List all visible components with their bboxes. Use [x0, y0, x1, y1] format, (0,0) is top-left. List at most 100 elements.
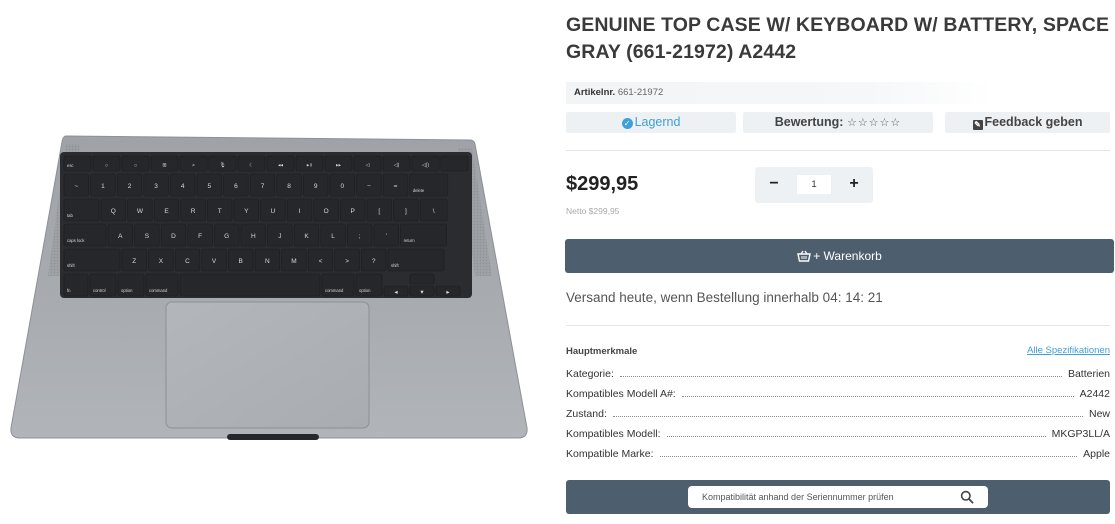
keyboard-key-label: <: [319, 258, 323, 265]
dot-leader: [612, 416, 1083, 417]
spec-value: A2442: [1079, 388, 1110, 400]
keyboard-key-label: 8: [287, 183, 291, 190]
keyboard-key-label: ◁: [366, 163, 370, 169]
feedback-label: Feedback geben: [984, 115, 1083, 129]
keyboard-key-label: =: [394, 183, 398, 190]
spec-label: Kompatibles Modell:: [566, 428, 661, 440]
quantity-increase-button[interactable]: +: [837, 167, 871, 203]
feedback-button[interactable]: ✎ Feedback geben: [945, 112, 1110, 133]
price: $299,95: [566, 173, 639, 195]
keyboard-key-label: ◁): [394, 163, 400, 169]
spec-value: Batterien: [1067, 368, 1110, 380]
keyboard-key-label: 0: [340, 183, 344, 190]
spec-row: Kompatibles Modell: MKGP3LL/A: [566, 426, 1110, 440]
keyboard-key-label: 2: [128, 183, 132, 190]
quantity-input[interactable]: [797, 175, 831, 194]
serial-search-input[interactable]: Kompatibilität anhand der Seriennummer p…: [688, 486, 988, 508]
keyboard-key-label: caps lock: [67, 238, 85, 243]
stock-label: Lagernd: [634, 115, 681, 129]
netto-price: Netto $299,95: [566, 206, 620, 216]
keyboard-key-label: S: [145, 233, 150, 240]
keyboard-key-label: F: [198, 233, 202, 240]
edit-icon: ✎: [972, 120, 983, 130]
keyboard-key-label: A: [118, 233, 123, 240]
dot-leader: [681, 396, 1074, 397]
rating-stars-icon[interactable]: ☆☆☆☆☆: [847, 117, 901, 129]
add-to-cart-button[interactable]: + Warenkorb: [565, 239, 1114, 273]
keyboard-key-label: command: [325, 288, 344, 293]
keyboard-key: [179, 273, 321, 297]
spec-row: Kategorie: Batterien: [566, 366, 1110, 380]
keyboard-key-label: option: [121, 288, 133, 293]
search-icon[interactable]: [960, 490, 974, 504]
keyboard-key-label: 🎙: [219, 162, 225, 169]
keyboard-key-label: V: [212, 258, 217, 265]
keyboard-key-label: M: [291, 258, 296, 265]
keyboard-key-label: 4: [181, 183, 185, 190]
keyboard-key-label: O: [324, 208, 329, 215]
all-specifications-link[interactable]: Alle Spezifikationen: [1027, 345, 1110, 356]
keyboard-key-label: 1: [101, 183, 105, 190]
basket-icon: [797, 250, 812, 262]
keyboard-key-label: I: [299, 208, 301, 215]
keyboard-key-label: 3: [154, 183, 158, 190]
keyboard-key-label: [: [378, 208, 380, 215]
keyboard-key-label: ◂◂: [278, 163, 284, 169]
divider: [566, 325, 1110, 326]
keyboard-key-label: return: [404, 238, 416, 243]
keyboard-key-label: ☾: [249, 163, 253, 169]
keyboard-key-label: Y: [244, 208, 249, 215]
spec-label: Zustand:: [566, 408, 607, 420]
keyboard-key-label: ▸▸: [336, 163, 342, 169]
keyboard-key-label: R: [191, 208, 196, 215]
keyboard-key-label: shift: [67, 263, 76, 268]
spec-row: Kompatible Marke: Apple: [566, 446, 1110, 460]
keyboard-key-label: ⌕: [192, 163, 195, 169]
keyboard-key-label: ;: [359, 233, 361, 240]
keyboard-key-label: control: [93, 288, 106, 293]
features-heading: Hauptmerkmale: [566, 346, 638, 357]
product-image: esc ☼ ☼ ⊞ ⌕ 🎙 ☾ ◂◂ ▸॥ ▸▸ ◁ ◁) ◁)) ~ 1 2 3 4 5 6 7 8 9 0 − = delete…: [10, 135, 528, 440]
keyboard-key-label: J: [278, 233, 281, 240]
keyboard-key: [409, 273, 435, 285]
keyboard-key-label: D: [171, 233, 176, 240]
keyboard-key-label: ⊞: [162, 163, 166, 169]
dot-leader: [659, 456, 1078, 457]
spec-value: New: [1088, 408, 1110, 420]
keyboard-key: [440, 155, 469, 172]
keyboard-key-label: P: [351, 208, 355, 215]
sku-bar: Artikelnr. 661-21972: [566, 82, 996, 104]
divider: [566, 150, 1110, 151]
quantity-decrease-button[interactable]: −: [757, 167, 791, 203]
keyboard-key-label: 6: [234, 183, 238, 190]
serial-check-bar: Kompatibilität anhand der Seriennummer p…: [566, 480, 1110, 514]
keyboard-key-label: H: [251, 233, 256, 240]
keyboard-key-label: W: [137, 208, 144, 215]
spec-label: Kompatibles Modell A#:: [566, 388, 676, 400]
keyboard-key-label: −: [367, 183, 371, 190]
shipping-info: Versand heute, wenn Bestellung innerhalb…: [566, 290, 883, 305]
spec-value: MKGP3LL/A: [1051, 428, 1110, 440]
keyboard-key-label: \: [433, 208, 435, 215]
keyboard-key-label: N: [265, 258, 270, 265]
spec-row: Zustand: New: [566, 406, 1110, 420]
keyboard-key-label: ': [386, 233, 387, 240]
keyboard-key-label: command: [149, 288, 168, 293]
keyboard-key-label: U: [271, 208, 276, 215]
keyboard-key-label: >: [345, 258, 349, 265]
keyboard-key-label: 5: [207, 183, 211, 190]
keyboard-key-label: Q: [111, 208, 116, 215]
spec-row: Kompatibles Modell A#: A2442: [566, 386, 1110, 400]
rating-pill[interactable]: Bewertung: ☆☆☆☆☆: [743, 112, 933, 133]
keyboard-key-label: ☼: [133, 163, 138, 169]
quantity-stepper: − +: [755, 167, 873, 203]
rating-label: Bewertung:: [774, 115, 844, 129]
keyboard-key-label: ▸॥: [307, 163, 313, 169]
keyboard-key-label: ]: [405, 208, 407, 215]
keyboard-key-label: tab: [67, 213, 73, 218]
keyboard-key-label: K: [304, 233, 309, 240]
dot-leader: [619, 376, 1062, 377]
keyboard-key-label: delete: [413, 188, 425, 193]
keyboard-key-label: esc: [67, 163, 74, 168]
keyboard-key-label: ☼: [104, 163, 109, 169]
